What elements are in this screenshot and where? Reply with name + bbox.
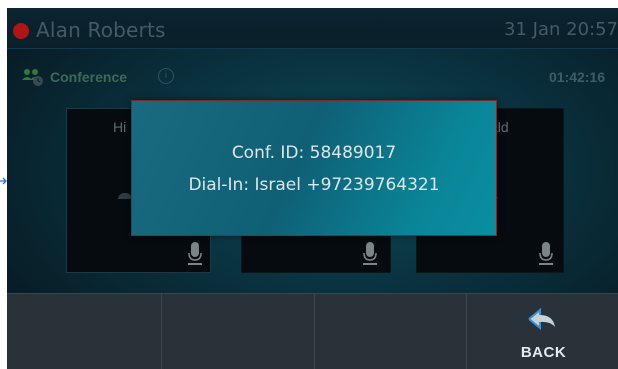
info-icon[interactable]: i bbox=[158, 68, 174, 84]
softkey-bar: BACK bbox=[7, 293, 618, 369]
presence-status-icon bbox=[13, 23, 29, 39]
microphone-icon[interactable] bbox=[539, 242, 553, 266]
dial-in-number: Dial-In: Israel +97239764321 bbox=[188, 175, 440, 195]
softkey-1[interactable] bbox=[7, 294, 162, 369]
conference-id: Conf. ID: 58489017 bbox=[231, 143, 397, 163]
softkey-3[interactable] bbox=[315, 294, 467, 369]
conference-icon bbox=[22, 69, 43, 86]
back-arrow-icon bbox=[528, 307, 555, 331]
back-button[interactable]: BACK bbox=[467, 294, 618, 369]
phone-screen: Alan Roberts 31 Jan 20:57 Conference i 0… bbox=[7, 8, 618, 369]
conference-title: Conference bbox=[50, 69, 128, 85]
softkey-2[interactable] bbox=[162, 294, 315, 369]
conference-header: Conference i 01:42:16 bbox=[7, 60, 618, 90]
call-duration: 01:42:16 bbox=[548, 69, 605, 85]
conference-info-popup[interactable]: Conf. ID: 58489017 Dial-In: Israel +9723… bbox=[131, 100, 497, 236]
microphone-icon[interactable] bbox=[188, 242, 202, 266]
status-bar: Alan Roberts 31 Jan 20:57 bbox=[7, 8, 618, 49]
date-time: 31 Jan 20:57 bbox=[504, 19, 618, 40]
caller-name: Alan Roberts bbox=[36, 18, 166, 42]
microphone-icon[interactable] bbox=[363, 242, 377, 266]
participant-name: Hi bbox=[113, 119, 127, 135]
edge-arrow-icon bbox=[0, 174, 7, 188]
avatar bbox=[118, 193, 132, 199]
back-label: BACK bbox=[520, 344, 567, 361]
